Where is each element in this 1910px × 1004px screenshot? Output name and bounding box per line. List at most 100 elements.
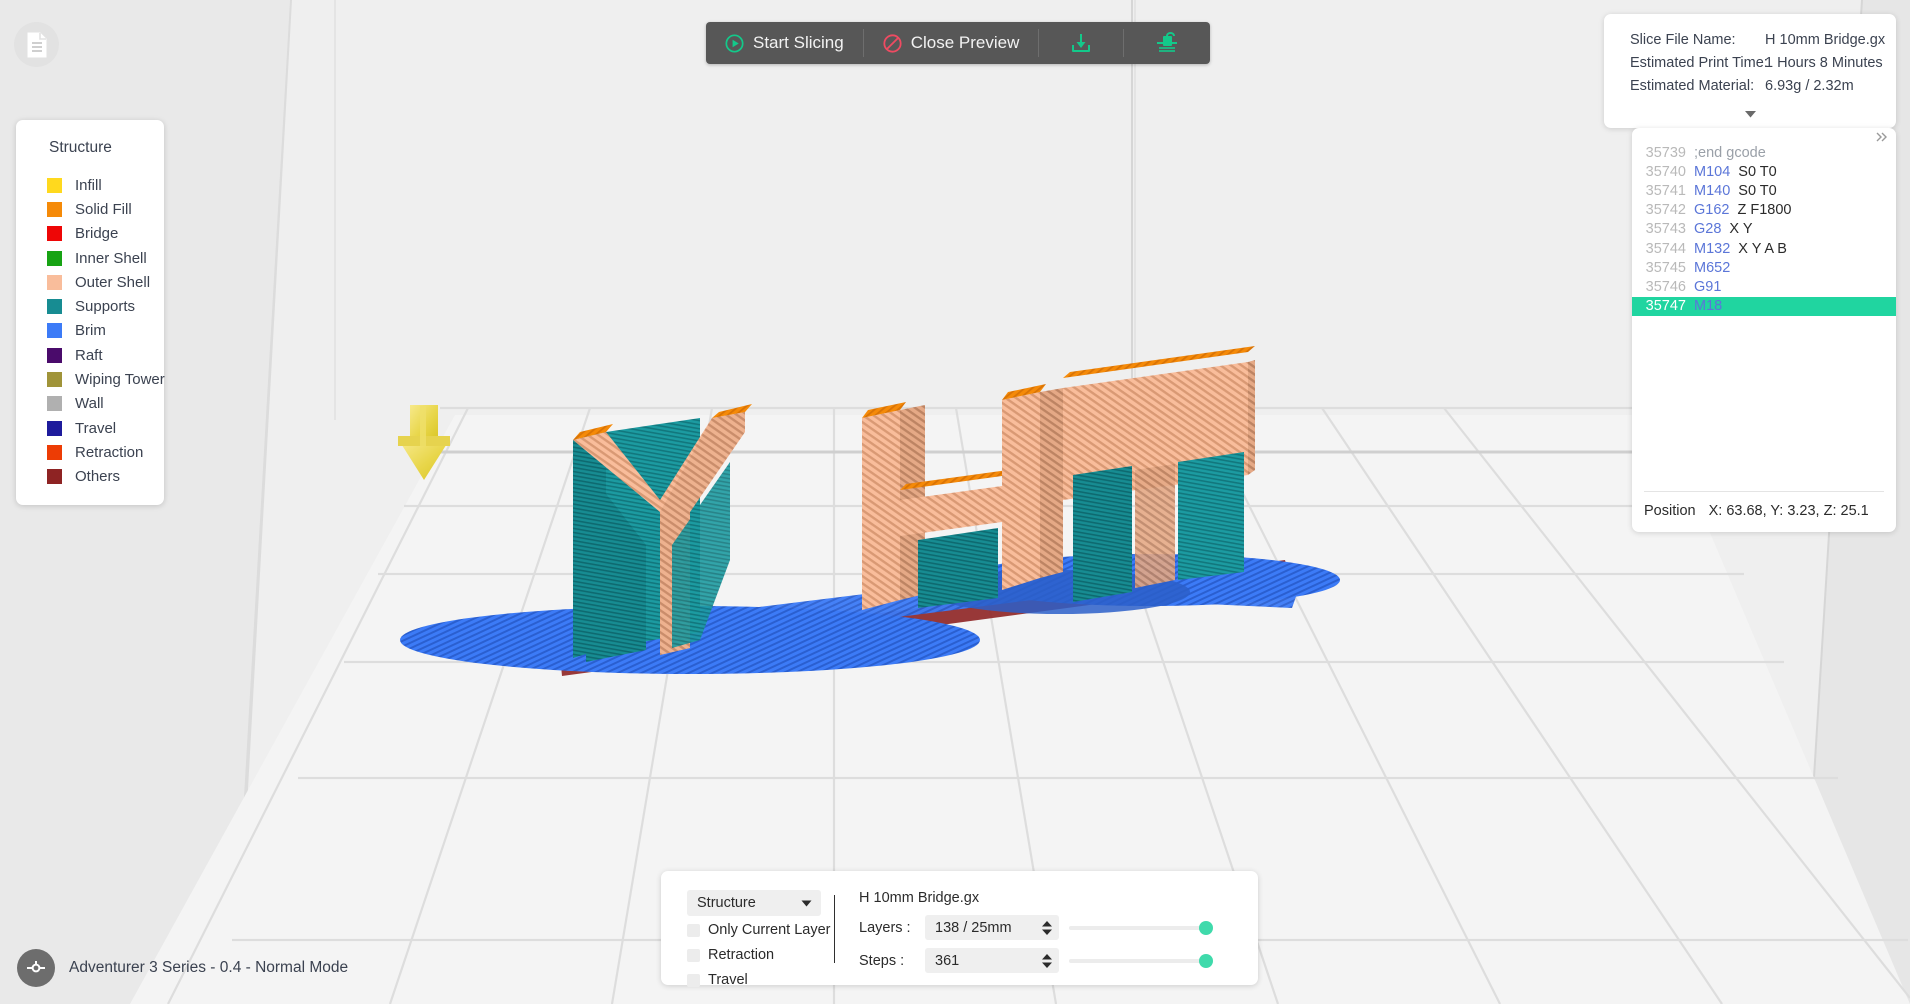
legend-item[interactable]: Outer Shell bbox=[16, 270, 164, 294]
checkbox-label: Retraction bbox=[708, 947, 774, 963]
gcode-line[interactable]: 35744M132X Y A B bbox=[1632, 239, 1896, 258]
legend-item[interactable]: Solid Fill bbox=[16, 197, 164, 221]
printer-select-button[interactable] bbox=[17, 949, 55, 987]
steps-stepper[interactable] bbox=[1042, 954, 1052, 968]
legend-color-swatch bbox=[47, 299, 62, 314]
gcode-line-number: 35743 bbox=[1644, 221, 1686, 237]
gcode-line[interactable]: 35740M104S0 T0 bbox=[1632, 162, 1896, 181]
send-to-printer-button[interactable] bbox=[1124, 22, 1210, 64]
legend-color-swatch bbox=[47, 469, 62, 484]
legend-color-swatch bbox=[47, 372, 62, 387]
steps-slider-track bbox=[1069, 959, 1213, 963]
steps-slider[interactable] bbox=[1069, 953, 1213, 969]
legend-item-label: Infill bbox=[75, 177, 102, 194]
gcode-line[interactable]: 35746G91 bbox=[1632, 277, 1896, 296]
checkbox[interactable] bbox=[687, 949, 700, 962]
display-option-only-current-layer[interactable]: Only Current Layer bbox=[687, 919, 834, 941]
close-preview-button[interactable]: Close Preview bbox=[864, 22, 1039, 64]
gcode-command: M652 bbox=[1694, 260, 1730, 276]
gcode-command: ;end gcode bbox=[1694, 145, 1766, 161]
chevron-down-icon bbox=[1744, 110, 1757, 118]
gcode-command: M18 bbox=[1694, 298, 1722, 314]
structure-legend-panel: Structure InfillSolid FillBridgeInner Sh… bbox=[16, 120, 164, 505]
display-option-retraction[interactable]: Retraction bbox=[687, 944, 834, 966]
layers-slider-knob[interactable] bbox=[1199, 921, 1213, 935]
legend-item[interactable]: Retraction bbox=[16, 440, 164, 464]
steps-control-row: Steps : 361 bbox=[859, 948, 1258, 973]
gcode-line[interactable]: 35745 M652 bbox=[1632, 258, 1896, 277]
gcode-command: G28 bbox=[1694, 221, 1721, 237]
play-icon bbox=[725, 34, 744, 53]
legend-item[interactable]: Raft bbox=[16, 343, 164, 367]
gcode-line[interactable]: 35739 ;end gcode bbox=[1632, 143, 1896, 162]
legend-item-label: Travel bbox=[75, 420, 116, 437]
display-option-list: Only Current Layer Retraction Travel bbox=[687, 919, 834, 991]
gcode-line-number: 35741 bbox=[1644, 183, 1686, 199]
display-option-travel[interactable]: Travel bbox=[687, 969, 834, 991]
slice-info-grid: Slice File Name:H 10mm Bridge.gxEstimate… bbox=[1604, 32, 1896, 94]
gcode-position-row: Position X: 63.68, Y: 3.23, Z: 25.1 bbox=[1644, 491, 1884, 532]
position-label: Position bbox=[1644, 503, 1696, 519]
legend-item[interactable]: Supports bbox=[16, 294, 164, 318]
gcode-panel[interactable]: 35739 ;end gcode35740M104S0 T0 35741 M140 S0… bbox=[1632, 128, 1896, 532]
layers-slider[interactable] bbox=[1069, 920, 1213, 936]
legend-item-label: Supports bbox=[75, 298, 135, 315]
chevron-down-icon bbox=[1042, 962, 1052, 968]
3d-viewport[interactable]: z bbox=[0, 0, 1910, 1004]
legend-item-label: Wiping Tower bbox=[75, 371, 165, 388]
controls-left-column: Structure Only Current LayerRetractionTr… bbox=[661, 890, 834, 985]
file-list-button[interactable] bbox=[14, 22, 59, 67]
legend-item[interactable]: Infill bbox=[16, 173, 164, 197]
save-gcode-button[interactable] bbox=[1039, 22, 1123, 64]
collapse-info-button[interactable] bbox=[1604, 106, 1896, 122]
layers-control-row: Layers : 138 / 25mm bbox=[859, 915, 1258, 940]
layers-input[interactable]: 138 / 25mm bbox=[925, 915, 1059, 940]
gcode-line-selected[interactable]: 35747M18 bbox=[1632, 297, 1896, 316]
legend-item-label: Bridge bbox=[75, 225, 118, 242]
legend-color-swatch bbox=[47, 226, 62, 241]
gcode-line[interactable]: 35742G162Z F1800 bbox=[1632, 201, 1896, 220]
gcode-line-number: 35739 bbox=[1644, 145, 1686, 161]
steps-slider-knob[interactable] bbox=[1199, 954, 1213, 968]
chevron-up-icon bbox=[1042, 921, 1052, 927]
legend-color-swatch bbox=[47, 178, 62, 193]
legend-item-label: Outer Shell bbox=[75, 274, 150, 291]
preview-filename: H 10mm Bridge.gx bbox=[859, 890, 1258, 906]
gcode-line[interactable]: 35743G28X Y bbox=[1632, 220, 1896, 239]
gcode-line[interactable]: 35741 M140 S0 T0 bbox=[1632, 181, 1896, 200]
gcode-arguments: Z F1800 bbox=[1737, 202, 1791, 218]
legend-item-list: Infill Solid Fill Bridge Inner Shell Outer S… bbox=[16, 173, 164, 489]
legend-item-label: Wall bbox=[75, 395, 104, 412]
start-slicing-button[interactable]: Start Slicing bbox=[706, 22, 863, 64]
extruder-icon bbox=[1154, 31, 1180, 55]
layers-slider-track bbox=[1069, 926, 1213, 930]
legend-item[interactable]: Wall bbox=[16, 392, 164, 416]
gcode-line-number: 35745 bbox=[1644, 260, 1686, 276]
info-key: Slice File Name: bbox=[1630, 32, 1765, 48]
gcode-command: M140 bbox=[1694, 183, 1730, 199]
gcode-command: M104 bbox=[1694, 164, 1730, 180]
steps-input[interactable]: 361 bbox=[925, 948, 1059, 973]
legend-item[interactable]: Brim bbox=[16, 319, 164, 343]
legend-item[interactable]: Others bbox=[16, 465, 164, 489]
view-mode-select[interactable]: Structure bbox=[687, 890, 821, 916]
gcode-arguments: S0 T0 bbox=[1738, 183, 1776, 199]
legend-item[interactable]: Bridge bbox=[16, 222, 164, 246]
legend-item[interactable]: Travel bbox=[16, 416, 164, 440]
start-slicing-label: Start Slicing bbox=[753, 33, 844, 53]
printer-status-bar: Adventurer 3 Series - 0.4 - Normal Mode bbox=[17, 949, 348, 987]
layers-stepper[interactable] bbox=[1042, 921, 1052, 935]
legend-color-swatch bbox=[47, 421, 62, 436]
checkbox-label: Only Current Layer bbox=[708, 922, 831, 938]
info-key: Estimated Material: bbox=[1630, 78, 1765, 94]
checkbox[interactable] bbox=[687, 974, 700, 987]
legend-item-label: Raft bbox=[75, 347, 103, 364]
legend-color-swatch bbox=[47, 323, 62, 338]
legend-item[interactable]: Wiping Tower bbox=[16, 367, 164, 391]
steps-value: 361 bbox=[935, 953, 959, 969]
checkbox[interactable] bbox=[687, 924, 700, 937]
legend-item[interactable]: Inner Shell bbox=[16, 246, 164, 270]
gcode-line-list[interactable]: 35739 ;end gcode35740M104S0 T0 35741 M140 S0… bbox=[1632, 128, 1896, 491]
expand-gcode-button[interactable] bbox=[1875, 131, 1889, 146]
legend-color-swatch bbox=[47, 202, 62, 217]
